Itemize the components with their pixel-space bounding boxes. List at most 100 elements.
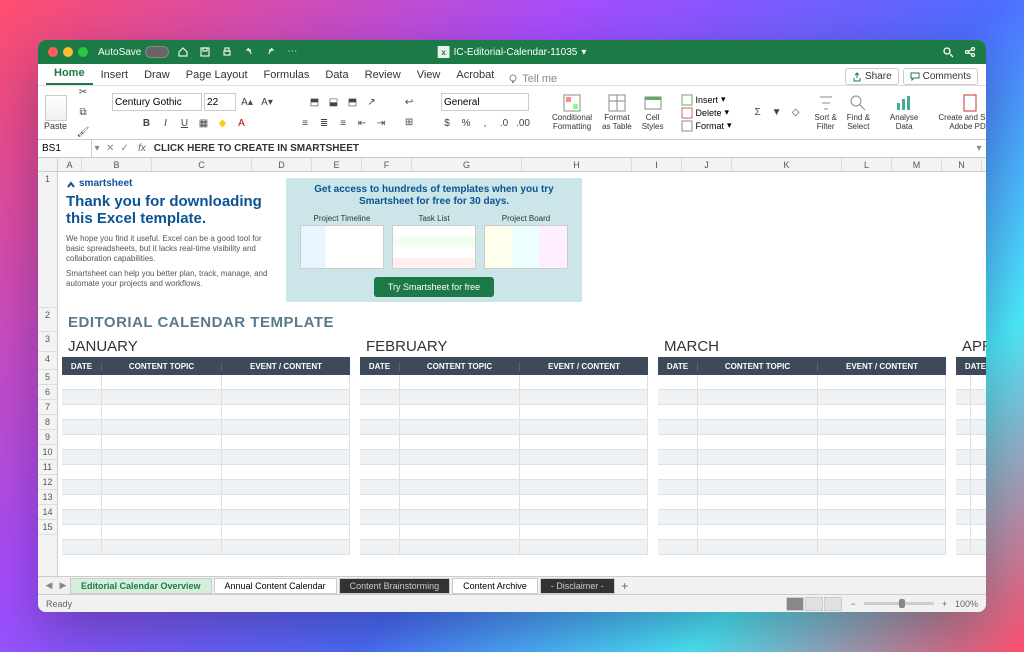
- table-row[interactable]: [658, 465, 946, 480]
- font-size-select[interactable]: [204, 93, 236, 111]
- close-window-button[interactable]: [48, 47, 58, 57]
- column-header[interactable]: F: [362, 158, 412, 171]
- template-thumbnail[interactable]: [392, 225, 476, 269]
- main-grid[interactable]: smartsheet Thank you for downloading thi…: [58, 172, 986, 576]
- row-header[interactable]: 6: [38, 385, 57, 400]
- merge-button[interactable]: ⊞: [400, 114, 418, 132]
- sheet-tab[interactable]: Editorial Calendar Overview: [70, 578, 212, 594]
- column-header[interactable]: B: [82, 158, 152, 171]
- table-row[interactable]: [658, 495, 946, 510]
- tab-page-layout[interactable]: Page Layout: [178, 65, 256, 85]
- tab-draw[interactable]: Draw: [136, 65, 178, 85]
- row-header[interactable]: 7: [38, 400, 57, 415]
- minimize-window-button[interactable]: [63, 47, 73, 57]
- home-icon[interactable]: [177, 46, 189, 58]
- row-header[interactable]: 8: [38, 415, 57, 430]
- align-right-button[interactable]: ≡: [334, 114, 352, 132]
- add-sheet-button[interactable]: +: [617, 579, 633, 593]
- delete-cells-button[interactable]: Delete▾: [681, 107, 732, 119]
- italic-button[interactable]: I: [157, 114, 175, 132]
- row-header[interactable]: 12: [38, 475, 57, 490]
- save-icon[interactable]: [199, 46, 211, 58]
- decrease-font-icon[interactable]: A▾: [258, 93, 276, 111]
- column-header[interactable]: M: [892, 158, 942, 171]
- table-row[interactable]: [360, 405, 648, 420]
- tell-me-search[interactable]: Tell me: [508, 73, 557, 85]
- tab-insert[interactable]: Insert: [93, 65, 137, 85]
- increase-font-icon[interactable]: A▴: [238, 93, 256, 111]
- table-row[interactable]: [62, 405, 350, 420]
- row-header[interactable]: 15: [38, 520, 57, 535]
- share-button[interactable]: Share: [845, 68, 899, 85]
- zoom-slider[interactable]: [864, 602, 934, 605]
- table-row[interactable]: [62, 510, 350, 525]
- table-row[interactable]: [360, 435, 648, 450]
- table-row[interactable]: [360, 450, 648, 465]
- table-row[interactable]: [62, 420, 350, 435]
- cut-icon[interactable]: ✂: [74, 84, 92, 102]
- name-box[interactable]: BS1: [38, 140, 92, 157]
- table-row[interactable]: [62, 480, 350, 495]
- currency-button[interactable]: $: [438, 114, 456, 132]
- table-row[interactable]: [360, 525, 648, 540]
- share-menu-icon[interactable]: [964, 46, 976, 58]
- table-row[interactable]: [62, 495, 350, 510]
- table-row[interactable]: [956, 420, 986, 435]
- month-rows[interactable]: [62, 375, 350, 555]
- row-header[interactable]: 9: [38, 430, 57, 445]
- table-row[interactable]: [956, 465, 986, 480]
- redo-icon[interactable]: [265, 46, 277, 58]
- comma-button[interactable]: ,: [476, 114, 494, 132]
- table-row[interactable]: [360, 540, 648, 555]
- increase-decimal-button[interactable]: .0: [495, 114, 513, 132]
- row-header[interactable]: 13: [38, 490, 57, 505]
- sheet-tab[interactable]: Content Brainstorming: [339, 578, 451, 594]
- cancel-formula-icon[interactable]: ✕: [106, 143, 114, 154]
- format-as-table-button[interactable]: Format as Table: [599, 93, 635, 132]
- column-header[interactable]: A: [58, 158, 82, 171]
- row-header[interactable]: 5: [38, 370, 57, 385]
- template-thumbnail[interactable]: [484, 225, 568, 269]
- search-icon[interactable]: [942, 46, 954, 58]
- undo-icon[interactable]: [243, 46, 255, 58]
- table-row[interactable]: [956, 450, 986, 465]
- conditional-formatting-button[interactable]: Conditional Formatting: [549, 93, 595, 132]
- format-cells-button[interactable]: Format▾: [681, 120, 732, 132]
- align-left-button[interactable]: ≡: [296, 114, 314, 132]
- chevron-down-icon[interactable]: ▾: [581, 47, 586, 58]
- row-header[interactable]: 4: [38, 352, 57, 370]
- percent-button[interactable]: %: [457, 114, 475, 132]
- comments-button[interactable]: Comments: [903, 68, 978, 85]
- row-header[interactable]: 3: [38, 332, 57, 352]
- column-header[interactable]: I: [632, 158, 682, 171]
- row-header[interactable]: 1: [38, 172, 57, 308]
- sort-filter-button[interactable]: Sort & Filter: [812, 93, 840, 132]
- align-center-button[interactable]: ≣: [315, 114, 333, 132]
- zoom-out-button[interactable]: −: [850, 599, 855, 609]
- column-header[interactable]: N: [942, 158, 982, 171]
- table-row[interactable]: [658, 420, 946, 435]
- zoom-level[interactable]: 100%: [955, 599, 978, 609]
- table-row[interactable]: [956, 375, 986, 390]
- column-header[interactable]: G: [412, 158, 522, 171]
- column-header[interactable]: H: [522, 158, 632, 171]
- row-header[interactable]: 2: [38, 308, 57, 332]
- page-layout-view-button[interactable]: [805, 597, 823, 611]
- table-row[interactable]: [956, 510, 986, 525]
- select-all-corner[interactable]: [38, 158, 58, 171]
- next-sheet-button[interactable]: ▶: [56, 580, 70, 591]
- column-header[interactable]: L: [842, 158, 892, 171]
- month-rows[interactable]: [658, 375, 946, 555]
- column-header[interactable]: D: [252, 158, 312, 171]
- table-row[interactable]: [956, 390, 986, 405]
- month-rows[interactable]: [360, 375, 648, 555]
- autosave-control[interactable]: AutoSave: [98, 46, 169, 58]
- align-top-button[interactable]: ⬒: [306, 93, 324, 111]
- table-row[interactable]: [62, 525, 350, 540]
- wrap-text-button[interactable]: ↩: [400, 94, 418, 112]
- table-row[interactable]: [360, 510, 648, 525]
- orientation-button[interactable]: ↗: [363, 93, 381, 111]
- table-row[interactable]: [658, 480, 946, 495]
- table-row[interactable]: [658, 540, 946, 555]
- more-icon[interactable]: ⋯: [287, 46, 299, 58]
